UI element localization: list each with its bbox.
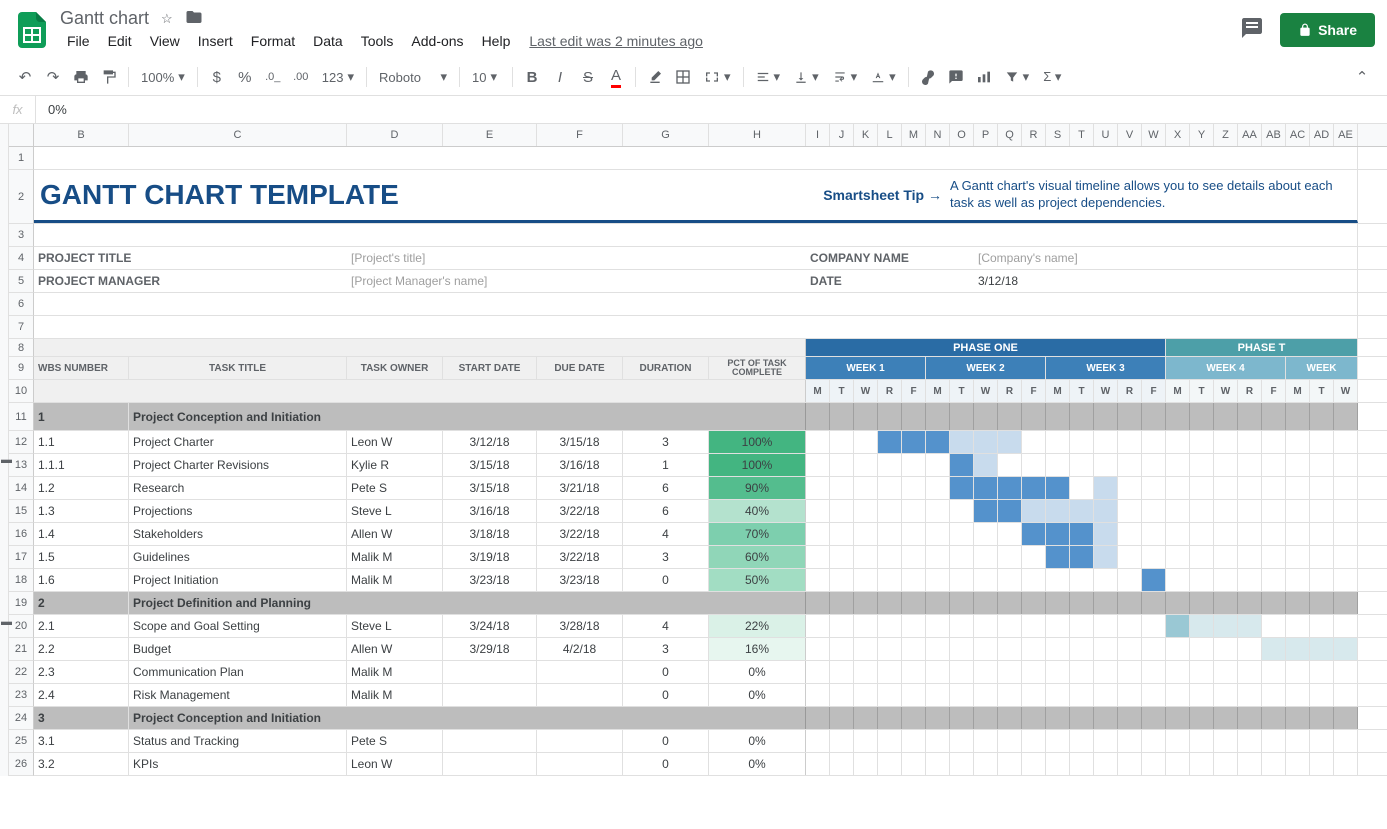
- functions-icon[interactable]: Σ ▾: [1037, 63, 1067, 91]
- fill-color-icon[interactable]: [642, 63, 668, 91]
- formula-bar: fx 0%: [0, 96, 1387, 124]
- currency-icon[interactable]: $: [204, 63, 230, 91]
- print-icon[interactable]: [68, 63, 94, 91]
- menu-data[interactable]: Data: [306, 31, 350, 51]
- text-color-icon[interactable]: A: [603, 63, 629, 91]
- decrease-decimal-icon[interactable]: .0_: [260, 63, 286, 91]
- increase-decimal-icon[interactable]: .00: [288, 63, 314, 91]
- merge-cells-icon[interactable]: ▾: [698, 63, 737, 91]
- borders-icon[interactable]: [670, 63, 696, 91]
- row-headers[interactable]: 1234567891011121314151617181920212223242…: [9, 124, 34, 776]
- folder-icon[interactable]: [185, 8, 203, 29]
- horizontal-align-icon[interactable]: ▾: [750, 63, 787, 91]
- chevron-down-icon: ▾: [178, 69, 185, 85]
- link-icon[interactable]: [915, 63, 941, 91]
- filter-icon[interactable]: ▾: [999, 63, 1036, 91]
- chart-icon[interactable]: [971, 63, 997, 91]
- column-headers[interactable]: BCDEFGHIJKLMNOPQRSTUVWXYZAAABACADAE: [34, 124, 1387, 147]
- sheets-logo[interactable]: [12, 10, 52, 50]
- vertical-align-icon[interactable]: ▾: [788, 63, 825, 91]
- menu-view[interactable]: View: [143, 31, 187, 51]
- comments-icon[interactable]: [1240, 16, 1264, 43]
- group-gutter[interactable]: ▬ ▬: [0, 124, 9, 776]
- group-toggle-icon[interactable]: ▬: [1, 616, 12, 628]
- fontsize-select[interactable]: 10 ▾: [466, 63, 506, 91]
- toolbar: ↶ ↷ 100% ▾ $ % .0_ .00 123 ▾ Roboto ▾ 10…: [0, 59, 1387, 96]
- font-select[interactable]: Roboto ▾: [373, 63, 453, 91]
- menu-bar: File Edit View Insert Format Data Tools …: [60, 31, 1240, 51]
- share-label: Share: [1318, 22, 1357, 38]
- italic-icon[interactable]: I: [547, 63, 573, 91]
- menu-addons[interactable]: Add-ons: [404, 31, 470, 51]
- redo-icon[interactable]: ↷: [40, 63, 66, 91]
- bold-icon[interactable]: B: [519, 63, 545, 91]
- paint-format-icon[interactable]: [96, 63, 122, 91]
- group-toggle-icon[interactable]: ▬: [1, 454, 12, 466]
- last-edit-link[interactable]: Last edit was 2 minutes ago: [529, 33, 703, 49]
- menu-file[interactable]: File: [60, 31, 97, 51]
- comment-icon[interactable]: [943, 63, 969, 91]
- collapse-toolbar-icon[interactable]: ⌃: [1349, 63, 1375, 91]
- number-format-select[interactable]: 123 ▾: [316, 63, 360, 91]
- undo-icon[interactable]: ↶: [12, 63, 38, 91]
- document-title[interactable]: Gantt chart: [60, 8, 149, 29]
- spreadsheet-grid[interactable]: ▬ ▬ 123456789101112131415161718192021222…: [0, 124, 1387, 776]
- share-button[interactable]: Share: [1280, 13, 1375, 47]
- menu-edit[interactable]: Edit: [101, 31, 139, 51]
- star-icon[interactable]: ☆: [161, 11, 173, 27]
- menu-tools[interactable]: Tools: [354, 31, 401, 51]
- app-header: Gantt chart ☆ File Edit View Insert Form…: [0, 0, 1387, 59]
- text-wrap-icon[interactable]: ▾: [827, 63, 864, 91]
- text-rotation-icon[interactable]: ▾: [865, 63, 902, 91]
- zoom-select[interactable]: 100% ▾: [135, 63, 191, 91]
- formula-input[interactable]: 0%: [36, 102, 67, 117]
- fx-label: fx: [0, 96, 36, 123]
- menu-format[interactable]: Format: [244, 31, 302, 51]
- menu-insert[interactable]: Insert: [191, 31, 240, 51]
- strikethrough-icon[interactable]: S: [575, 63, 601, 91]
- percent-icon[interactable]: %: [232, 63, 258, 91]
- menu-help[interactable]: Help: [475, 31, 518, 51]
